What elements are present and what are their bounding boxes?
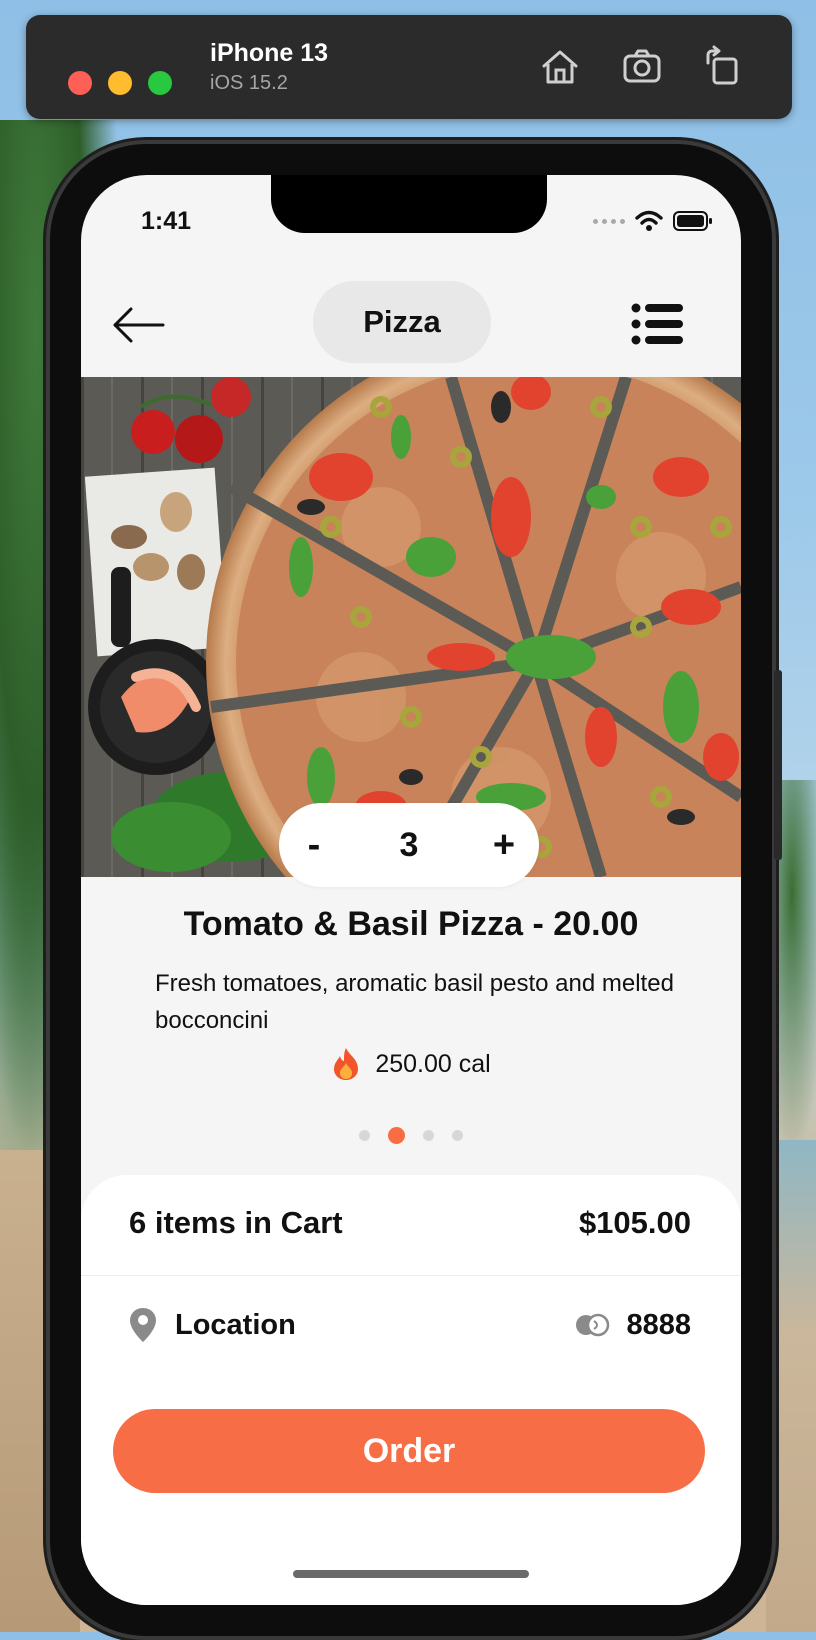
list-menu-icon[interactable] bbox=[631, 303, 683, 345]
cart-summary[interactable]: 6 items in Cart $105.00 bbox=[129, 1205, 691, 1241]
device-name: iPhone 13 bbox=[210, 39, 329, 67]
page-dot-active[interactable] bbox=[388, 1127, 405, 1144]
points-balance: 8888 bbox=[574, 1309, 691, 1342]
wifi-icon bbox=[635, 210, 663, 231]
pizza-image bbox=[81, 377, 741, 877]
cart-panel: 6 items in Cart $105.00 Location 8888 Or… bbox=[81, 1175, 741, 1605]
battery-icon bbox=[673, 211, 712, 231]
points-value: 8888 bbox=[626, 1308, 691, 1341]
page-dot[interactable] bbox=[359, 1130, 370, 1141]
phone-frame: 1:41 Pizza - 3 + Tomato & Basil Pizza - … bbox=[46, 140, 782, 1640]
coins-icon bbox=[576, 1313, 610, 1337]
side-button bbox=[774, 670, 782, 860]
page-title: Pizza bbox=[313, 281, 491, 363]
product-description: Fresh tomatoes, aromatic basil pesto and… bbox=[155, 970, 674, 1034]
status-time: 1:41 bbox=[141, 207, 192, 235]
product-title: Tomato & Basil Pizza - 20.00 bbox=[183, 905, 639, 943]
notch bbox=[271, 175, 547, 233]
order-button[interactable]: Order bbox=[113, 1409, 705, 1493]
cart-total: $105.00 bbox=[578, 1205, 691, 1240]
home-indicator[interactable] bbox=[293, 1570, 529, 1578]
page-dot[interactable] bbox=[452, 1130, 463, 1141]
page-dot[interactable] bbox=[423, 1130, 434, 1141]
cart-item-count: 6 items in Cart bbox=[129, 1205, 343, 1240]
zoom-window-button[interactable] bbox=[148, 71, 172, 95]
app-screen: 1:41 Pizza - 3 + Tomato & Basil Pizza - … bbox=[81, 175, 741, 1605]
location-label: Location bbox=[175, 1308, 296, 1341]
screenshot-icon[interactable] bbox=[620, 45, 664, 89]
decrement-button[interactable]: - bbox=[279, 824, 349, 867]
minimize-window-button[interactable] bbox=[108, 71, 132, 95]
quantity-value: 3 bbox=[399, 825, 419, 864]
calories-value: 250.00 cal bbox=[375, 1049, 491, 1078]
location-row: Location 8888 bbox=[129, 1305, 691, 1345]
flame-icon bbox=[334, 1048, 359, 1080]
home-icon[interactable] bbox=[538, 45, 582, 89]
increment-button[interactable]: + bbox=[469, 824, 539, 867]
map-pin-icon bbox=[130, 1308, 156, 1342]
arrow-left-icon[interactable] bbox=[111, 305, 167, 345]
simulator-toolbar: iPhone 13 iOS 15.2 bbox=[26, 15, 792, 119]
location-selector[interactable]: Location bbox=[129, 1307, 296, 1343]
rotate-icon[interactable] bbox=[700, 45, 744, 89]
cellular-icon bbox=[593, 218, 625, 224]
status-icons bbox=[593, 207, 713, 235]
divider bbox=[81, 1275, 741, 1276]
carousel-pagination bbox=[81, 1127, 741, 1144]
quantity-stepper: - 3 + bbox=[279, 803, 539, 887]
os-version: iOS 15.2 bbox=[210, 72, 288, 94]
close-window-button[interactable] bbox=[68, 71, 92, 95]
calories-info: 250.00 cal bbox=[81, 1047, 741, 1081]
